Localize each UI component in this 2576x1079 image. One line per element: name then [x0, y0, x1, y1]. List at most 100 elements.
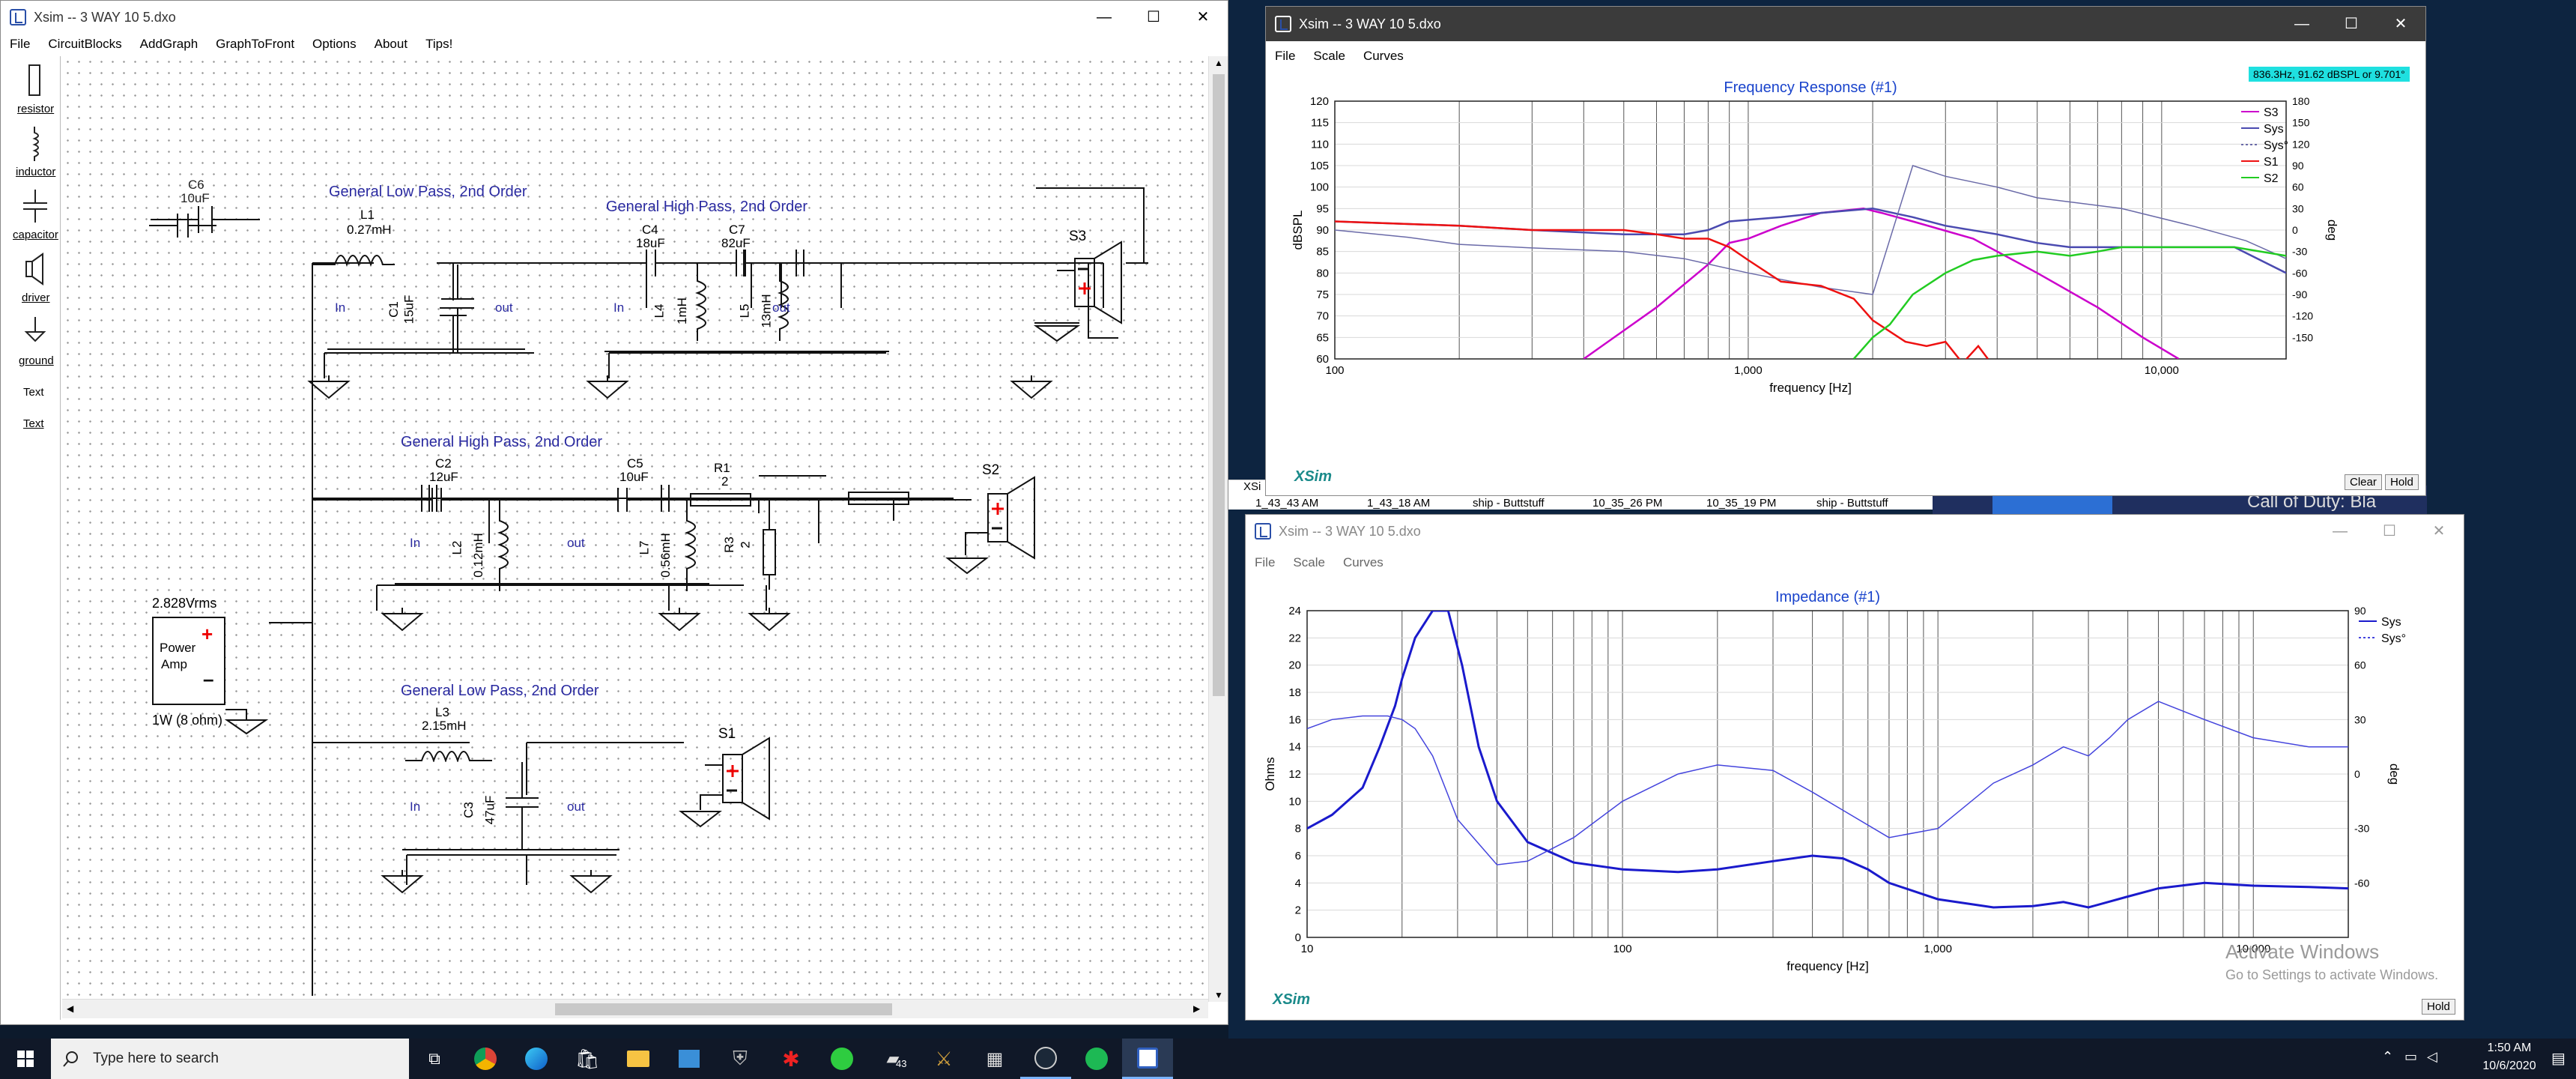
y2-tick-label: 150: [2292, 117, 2310, 129]
folder-icon: [627, 1051, 649, 1067]
taskbar-app[interactable]: [664, 1039, 715, 1079]
minimize-button[interactable]: —: [1079, 4, 1129, 31]
speaker-s3-icon[interactable]: [1027, 233, 1124, 345]
window-title: Xsim -- 3 WAY 10 5.dxo: [1299, 16, 1441, 31]
scroll-down-icon[interactable]: ▼: [1214, 990, 1223, 1000]
tray-time[interactable]: 1:50 AM: [2472, 1042, 2547, 1055]
menu-file[interactable]: File: [1246, 555, 1284, 570]
l3-inductor: [405, 751, 492, 762]
menu-scale[interactable]: Scale: [1304, 49, 1354, 64]
task-view-button[interactable]: ⧉: [409, 1039, 460, 1079]
menu-file[interactable]: File: [1, 37, 39, 52]
speaker-s2-icon[interactable]: [945, 465, 1042, 578]
palette-text-underlined[interactable]: Text: [23, 417, 44, 430]
scroll-right-icon[interactable]: ▶: [1193, 1003, 1200, 1014]
taskbar-spotify[interactable]: [1071, 1039, 1122, 1079]
clear-button[interactable]: Clear: [2345, 474, 2382, 490]
start-button[interactable]: [0, 1039, 51, 1079]
hold-button[interactable]: Hold: [2385, 474, 2419, 490]
ground-icon: [1010, 375, 1053, 399]
capacitor-icon[interactable]: [20, 188, 50, 226]
y2-axis-label: deg: [2325, 220, 2339, 241]
taskbar-app[interactable]: ▰ 43: [867, 1039, 918, 1079]
taskbar-explorer[interactable]: [613, 1039, 664, 1079]
horizontal-scrollbar[interactable]: ◀ ▶: [62, 999, 1208, 1018]
x-tick-label: 1,000: [1924, 943, 1952, 955]
y-tick-label: 85: [1316, 246, 1329, 259]
hp1-block-title[interactable]: General High Pass, 2nd Order: [606, 199, 807, 216]
palette-driver[interactable]: driver: [22, 291, 50, 304]
y2-tick-label: 90: [2292, 160, 2304, 172]
search-icon: [63, 1051, 78, 1067]
scroll-up-icon[interactable]: ▲: [1214, 58, 1223, 68]
hp1-in: In: [613, 300, 625, 315]
menu-addgraph[interactable]: AddGraph: [131, 37, 207, 52]
tray-volume-icon[interactable]: ◁: [2427, 1049, 2437, 1065]
ground-icon[interactable]: [22, 315, 49, 348]
impedance-chart[interactable]: Impedance (#1)024681012141618202224-60-3…: [1246, 578, 2464, 988]
menu-curves[interactable]: Curves: [1354, 49, 1413, 64]
hp2-block-title[interactable]: General High Pass, 2nd Order: [401, 434, 602, 451]
taskbar-app[interactable]: ⚔: [918, 1039, 969, 1079]
taskbar-steam[interactable]: [1020, 1039, 1071, 1079]
taskbar-store[interactable]: 🛍: [562, 1039, 613, 1079]
palette-text[interactable]: Text: [23, 386, 44, 399]
menu-scale[interactable]: Scale: [1284, 555, 1334, 570]
taskbar-app[interactable]: ✱: [766, 1039, 816, 1079]
c6-value: 10uF: [181, 191, 210, 205]
search-box[interactable]: Type here to search: [51, 1039, 409, 1079]
freq-chart[interactable]: Frequency Response (#1) 60 65 70 75 80 85 90 95 1…: [1266, 71, 2425, 461]
menu-about[interactable]: About: [366, 37, 416, 52]
lp2-block-title[interactable]: General Low Pass, 2nd Order: [401, 683, 599, 700]
maximize-button[interactable]: ☐: [2365, 518, 2414, 545]
vertical-scrollbar[interactable]: ▲ ▼: [1208, 56, 1228, 1002]
taskbar-chrome[interactable]: [460, 1039, 511, 1079]
hold-button[interactable]: Hold: [2422, 999, 2455, 1015]
l3-value: 2.15mH: [422, 719, 467, 733]
horizontal-scroll-thumb[interactable]: [555, 1003, 892, 1015]
taskbar-xsim[interactable]: [1122, 1039, 1173, 1079]
c3-capacitor: [506, 762, 539, 850]
search-placeholder: Type here to search: [93, 1051, 219, 1066]
close-button[interactable]: ✕: [2376, 10, 2425, 37]
lp1-block-title[interactable]: General Low Pass, 2nd Order: [329, 184, 527, 201]
scroll-left-icon[interactable]: ◀: [67, 1003, 73, 1014]
speaker-s1-icon[interactable]: [675, 728, 772, 840]
driver-icon[interactable]: [22, 251, 49, 288]
vertical-scroll-thumb[interactable]: [1213, 74, 1225, 696]
r1-label: R1: [714, 461, 730, 475]
taskbar-app[interactable]: [816, 1039, 867, 1079]
notification-icon[interactable]: ▤: [2551, 1049, 2566, 1068]
taskbar-edge[interactable]: [511, 1039, 562, 1079]
palette-inductor[interactable]: inductor: [16, 166, 55, 178]
close-button[interactable]: ✕: [1178, 4, 1228, 31]
menu-graphtofront[interactable]: GraphToFront: [207, 37, 303, 52]
taskbar-app[interactable]: ⛨: [715, 1039, 766, 1079]
power-amp[interactable]: + Power Amp –: [152, 617, 225, 705]
resistor-icon[interactable]: [23, 62, 46, 100]
taskbar-app[interactable]: ▦: [969, 1039, 1020, 1079]
menu-options[interactable]: Options: [303, 37, 366, 52]
menu-curves[interactable]: Curves: [1334, 555, 1392, 570]
menu-file[interactable]: File: [1266, 49, 1304, 64]
maximize-button[interactable]: ☐: [1129, 4, 1178, 31]
y2-tick-label: 120: [2292, 138, 2310, 150]
tray-chevron-icon[interactable]: ⌃: [2382, 1049, 2393, 1065]
inductor-icon[interactable]: [23, 125, 46, 163]
maximize-button[interactable]: ☐: [2327, 10, 2376, 37]
strip-cell: 1_43_18 AM: [1367, 497, 1431, 510]
menu-tips[interactable]: Tips!: [416, 37, 461, 52]
palette-resistor[interactable]: resistor: [17, 103, 54, 115]
c1-capacitor: [441, 265, 474, 353]
menu-circuitblocks[interactable]: CircuitBlocks: [39, 37, 130, 52]
tray-date[interactable]: 10/6/2020: [2472, 1060, 2547, 1073]
y-tick-label: 24: [1288, 605, 1301, 617]
y-tick-label: 12: [1288, 768, 1301, 781]
tray-network-icon[interactable]: ▭: [2404, 1049, 2417, 1065]
palette-capacitor[interactable]: capacitor: [13, 229, 58, 241]
close-button[interactable]: ✕: [2414, 518, 2464, 545]
palette-ground[interactable]: ground: [19, 354, 54, 367]
y2-tick-label: -30: [2292, 246, 2307, 258]
minimize-button[interactable]: —: [2277, 10, 2327, 37]
minimize-button[interactable]: —: [2315, 518, 2365, 545]
